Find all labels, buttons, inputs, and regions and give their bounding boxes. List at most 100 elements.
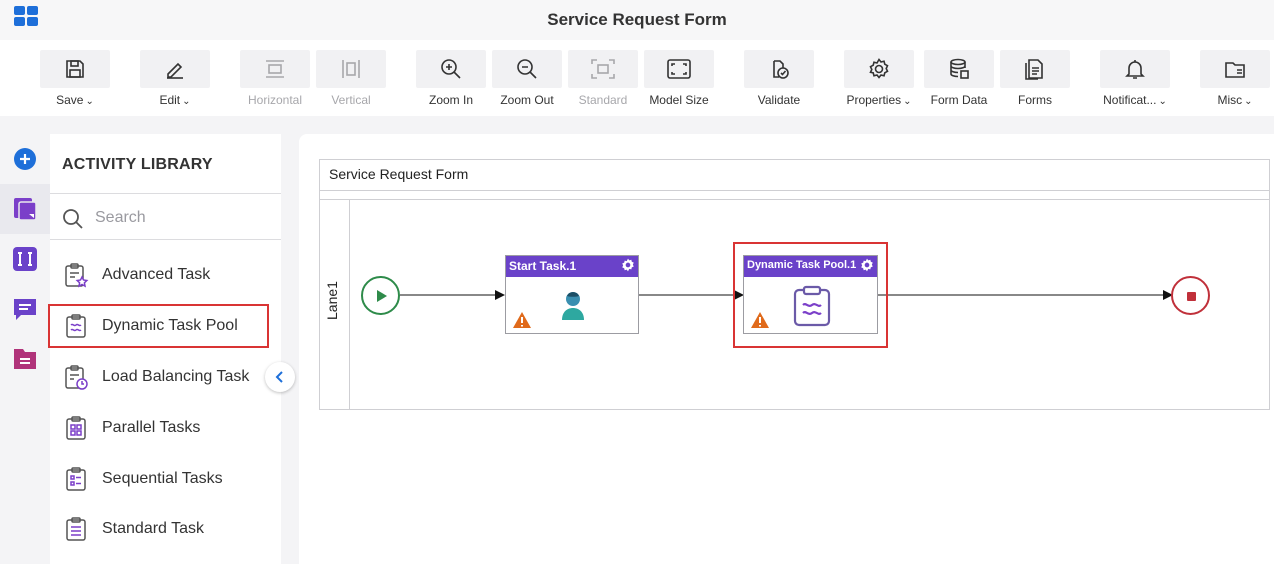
library-item-dynamic-task-pool[interactable]: Dynamic Task Pool	[48, 304, 269, 348]
vertical-button[interactable]: Vertical	[316, 50, 386, 110]
connectors	[400, 290, 1173, 300]
end-event[interactable]	[1171, 276, 1210, 315]
play-icon	[377, 290, 387, 302]
comments-icon[interactable]	[10, 294, 40, 324]
gear-icon[interactable]	[860, 258, 874, 272]
model-size-label: Model Size	[649, 93, 709, 107]
warning-icon	[751, 312, 769, 328]
properties-icon	[869, 58, 889, 79]
model-size-button[interactable]: Model Size	[644, 50, 714, 110]
library-item-sequential-tasks[interactable]: Sequential Tasks	[50, 459, 281, 499]
library-item-label: Load Balancing Task	[102, 368, 250, 385]
load-balancing-task-icon	[65, 365, 88, 390]
toolbar: Save ⌄ Edit ⌄ Horizontal Vertical Zoom In …	[0, 40, 1274, 116]
misc-icon	[1225, 62, 1245, 78]
standard-icon	[591, 59, 615, 79]
search-input[interactable]: Search	[95, 209, 146, 227]
validate-label: Validate	[757, 93, 801, 107]
properties-button[interactable]: Properties ⌄	[844, 50, 914, 110]
advanced-task-icon	[65, 263, 89, 288]
zoom-in-label: Zoom In	[428, 93, 473, 107]
task-header: Start Task.1	[506, 256, 638, 277]
model-size-icon	[667, 59, 691, 79]
documents-icon[interactable]	[10, 344, 40, 374]
collapse-panel-button[interactable]	[265, 362, 295, 392]
top-bar: Service Request Form	[0, 0, 1274, 40]
chevron-left-icon	[275, 371, 283, 383]
properties-label: Properties	[846, 93, 902, 107]
library-item-label: Standard Task	[102, 520, 204, 537]
notifications-button[interactable]: Notificat... ⌄	[1100, 50, 1170, 110]
library-item-parallel-tasks[interactable]: Parallel Tasks	[50, 408, 281, 448]
standard-task-icon	[66, 517, 86, 541]
horizontal-label: Horizontal	[247, 93, 303, 107]
activity-library-panel: ACTIVITY LIBRARY Search Advanced Task Dy…	[48, 134, 281, 564]
notifications-label: Notificat...	[1103, 93, 1157, 107]
dynamic-task-pool-icon	[793, 285, 831, 327]
activity-library-icon[interactable]	[10, 194, 40, 224]
notifications-icon	[1125, 60, 1145, 79]
form-data-icon	[950, 58, 969, 79]
zoom-out-label: Zoom Out	[500, 93, 554, 107]
variables-icon[interactable]	[10, 244, 40, 274]
horizontal-icon	[266, 60, 284, 78]
library-search[interactable]: Search	[62, 205, 272, 233]
chevron-down-icon: ⌄	[1158, 96, 1167, 107]
vertical-icon	[342, 60, 360, 78]
page-title: Service Request Form	[547, 10, 727, 29]
forms-icon	[1025, 59, 1043, 80]
gear-icon[interactable]	[621, 258, 635, 272]
validate-icon	[773, 60, 789, 79]
divider	[50, 193, 281, 194]
zoom-in-icon	[441, 59, 461, 79]
library-item-load-balancing-task[interactable]: Load Balancing Task	[50, 357, 281, 397]
task-start-task[interactable]: Start Task.1	[505, 255, 639, 334]
sequential-tasks-icon	[66, 467, 86, 491]
parallel-tasks-icon	[66, 416, 86, 440]
task-title: Dynamic Task Pool.1	[747, 259, 857, 271]
process-canvas[interactable]: Service Request Form Lane1 Start Task.1	[299, 134, 1274, 564]
misc-button[interactable]: Misc ⌄	[1200, 50, 1270, 110]
forms-label: Forms	[1018, 93, 1052, 107]
dynamic-task-pool-icon	[66, 314, 86, 338]
vertical-label: Vertical	[331, 93, 371, 107]
form-data-button[interactable]: Form Data	[924, 50, 994, 110]
search-icon	[63, 209, 83, 229]
library-title: ACTIVITY LIBRARY	[62, 156, 213, 173]
divider	[50, 239, 281, 240]
left-rail	[0, 134, 50, 564]
task-dynamic-task-pool[interactable]: Dynamic Task Pool.1	[743, 255, 878, 334]
library-item-label: Sequential Tasks	[102, 470, 223, 487]
standard-button[interactable]: Standard	[568, 50, 638, 110]
chevron-down-icon: ⌄	[85, 96, 94, 107]
task-title: Start Task.1	[509, 259, 577, 273]
start-event[interactable]	[361, 276, 400, 315]
user-icon	[562, 292, 584, 320]
save-button[interactable]: Save ⌄	[40, 50, 110, 110]
edit-icon	[167, 62, 183, 79]
validate-button[interactable]: Validate	[744, 50, 814, 110]
save-icon	[66, 60, 84, 78]
task-header: Dynamic Task Pool.1	[744, 256, 877, 277]
misc-label: Misc	[1217, 93, 1243, 107]
zoom-in-button[interactable]: Zoom In	[416, 50, 486, 110]
horizontal-button[interactable]: Horizontal	[240, 50, 310, 110]
add-icon[interactable]	[10, 144, 40, 174]
zoom-out-button[interactable]: Zoom Out	[492, 50, 562, 110]
standard-label: Standard	[578, 93, 628, 107]
edit-button[interactable]: Edit ⌄	[140, 50, 210, 110]
chevron-down-icon: ⌄	[903, 96, 912, 107]
chevron-down-icon: ⌄	[1244, 96, 1253, 107]
forms-button[interactable]: Forms	[1000, 50, 1070, 110]
library-item-label: Advanced Task	[102, 266, 211, 283]
library-item-label: Parallel Tasks	[102, 419, 201, 436]
warning-icon	[513, 312, 531, 328]
library-item-standard-task[interactable]: Standard Task	[50, 509, 281, 549]
save-label: Save	[56, 93, 84, 107]
zoom-out-icon	[517, 59, 537, 79]
library-item-label: Dynamic Task Pool	[102, 317, 238, 334]
library-item-advanced-task[interactable]: Advanced Task	[50, 255, 281, 295]
chevron-down-icon: ⌄	[182, 96, 191, 107]
form-data-label: Form Data	[930, 93, 988, 107]
stop-icon	[1187, 292, 1196, 301]
